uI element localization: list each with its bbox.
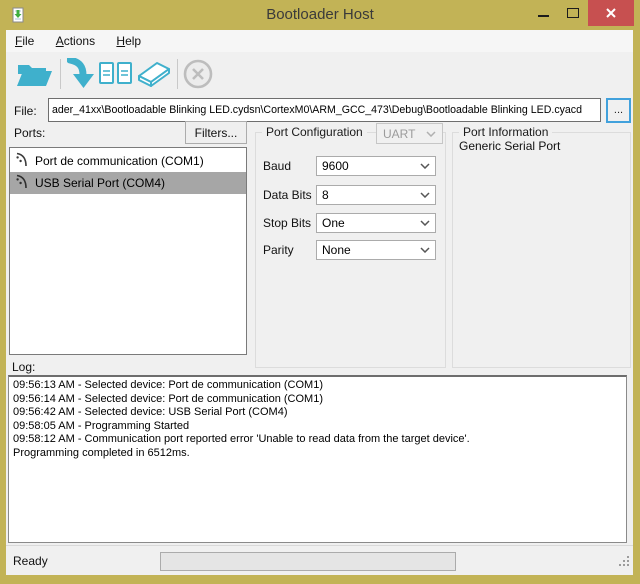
chevron-down-icon [420, 220, 430, 226]
resize-grip-icon[interactable] [619, 554, 630, 572]
chevron-down-icon [420, 192, 430, 198]
ports-label: Ports: [14, 126, 45, 140]
chevron-down-icon [426, 131, 436, 137]
abort-button [180, 55, 216, 93]
parity-value: None [322, 243, 351, 257]
parity-label: Parity [263, 240, 294, 260]
log-output[interactable]: 09:56:13 AM - Selected device: Port de c… [8, 375, 627, 543]
verify-button[interactable] [97, 55, 135, 93]
documents-icon [98, 60, 134, 88]
log-line: 09:56:14 AM - Selected device: Port de c… [13, 393, 622, 407]
log-line: 09:58:12 AM - Communication port reporte… [13, 433, 622, 447]
open-folder-icon [15, 59, 53, 89]
log-line: 09:58:05 AM - Programming Started [13, 420, 622, 434]
port-configuration-group: Port Configuration UART Baud 9600 Data B… [255, 132, 446, 368]
baud-select[interactable]: 9600 [316, 156, 436, 176]
progress-bar [160, 552, 456, 571]
stop-bits-value: One [322, 216, 345, 230]
port-list-item-com4[interactable]: USB Serial Port (COM4) [10, 172, 246, 194]
protocol-value: UART [383, 127, 415, 141]
port-item-label: Port de communication (COM1) [35, 154, 204, 168]
serial-port-icon [15, 152, 28, 170]
client-area: File Actions Help [6, 30, 633, 575]
browse-button[interactable]: ... [606, 98, 631, 123]
toolbar-separator [60, 59, 61, 89]
chevron-down-icon [420, 163, 430, 169]
port-item-label: USB Serial Port (COM4) [35, 176, 165, 190]
log-line: Programming completed in 6512ms. [13, 447, 622, 461]
log-line: 09:56:42 AM - Selected device: USB Seria… [13, 406, 622, 420]
stop-bits-label: Stop Bits [263, 213, 311, 233]
ports-list: Port de communication (COM1) USB Serial … [9, 147, 247, 355]
port-configuration-title: Port Configuration [262, 125, 367, 140]
file-path-input[interactable] [48, 98, 601, 122]
baud-label: Baud [263, 156, 291, 176]
filters-button[interactable]: Filters... [185, 121, 247, 144]
menu-help[interactable]: Help [107, 30, 150, 52]
program-button[interactable] [63, 55, 97, 93]
chevron-down-icon [420, 247, 430, 253]
toolbar-separator [177, 59, 178, 89]
parity-select[interactable]: None [316, 240, 436, 260]
port-information-title: Port Information [459, 125, 552, 140]
minimize-icon [538, 15, 549, 17]
file-label: File: [14, 104, 37, 118]
eraser-icon [136, 60, 172, 88]
maximize-icon [567, 8, 579, 18]
port-list-item-com1[interactable]: Port de communication (COM1) [10, 150, 246, 172]
data-bits-label: Data Bits [263, 185, 312, 205]
bootloader-host-window: Bootloader Host File Actions Help [0, 0, 640, 584]
log-label: Log: [12, 360, 35, 374]
serial-port-icon [15, 174, 28, 192]
protocol-select: UART [376, 123, 443, 144]
port-information-group: Port Information Generic Serial Port [452, 132, 631, 368]
menu-actions[interactable]: Actions [47, 30, 104, 52]
stop-bits-select[interactable]: One [316, 213, 436, 233]
download-arrow-icon [67, 58, 94, 90]
data-bits-select[interactable]: 8 [316, 185, 436, 205]
window-controls [528, 0, 634, 26]
toolbar [6, 52, 633, 96]
stop-circle-icon [182, 58, 214, 90]
erase-button[interactable] [135, 55, 173, 93]
close-icon [605, 7, 617, 19]
status-text: Ready [13, 554, 48, 568]
data-bits-value: 8 [322, 188, 329, 202]
open-file-button[interactable] [10, 55, 58, 93]
log-line: 09:56:13 AM - Selected device: Port de c… [13, 379, 622, 393]
titlebar[interactable]: Bootloader Host [0, 0, 640, 30]
menubar: File Actions Help [6, 30, 633, 52]
close-button[interactable] [588, 0, 634, 26]
minimize-button[interactable] [528, 0, 558, 26]
menu-file[interactable]: File [6, 30, 43, 52]
status-bar: Ready [6, 545, 633, 575]
port-information-text: Generic Serial Port [459, 139, 560, 153]
baud-value: 9600 [322, 159, 349, 173]
maximize-button[interactable] [558, 0, 588, 26]
